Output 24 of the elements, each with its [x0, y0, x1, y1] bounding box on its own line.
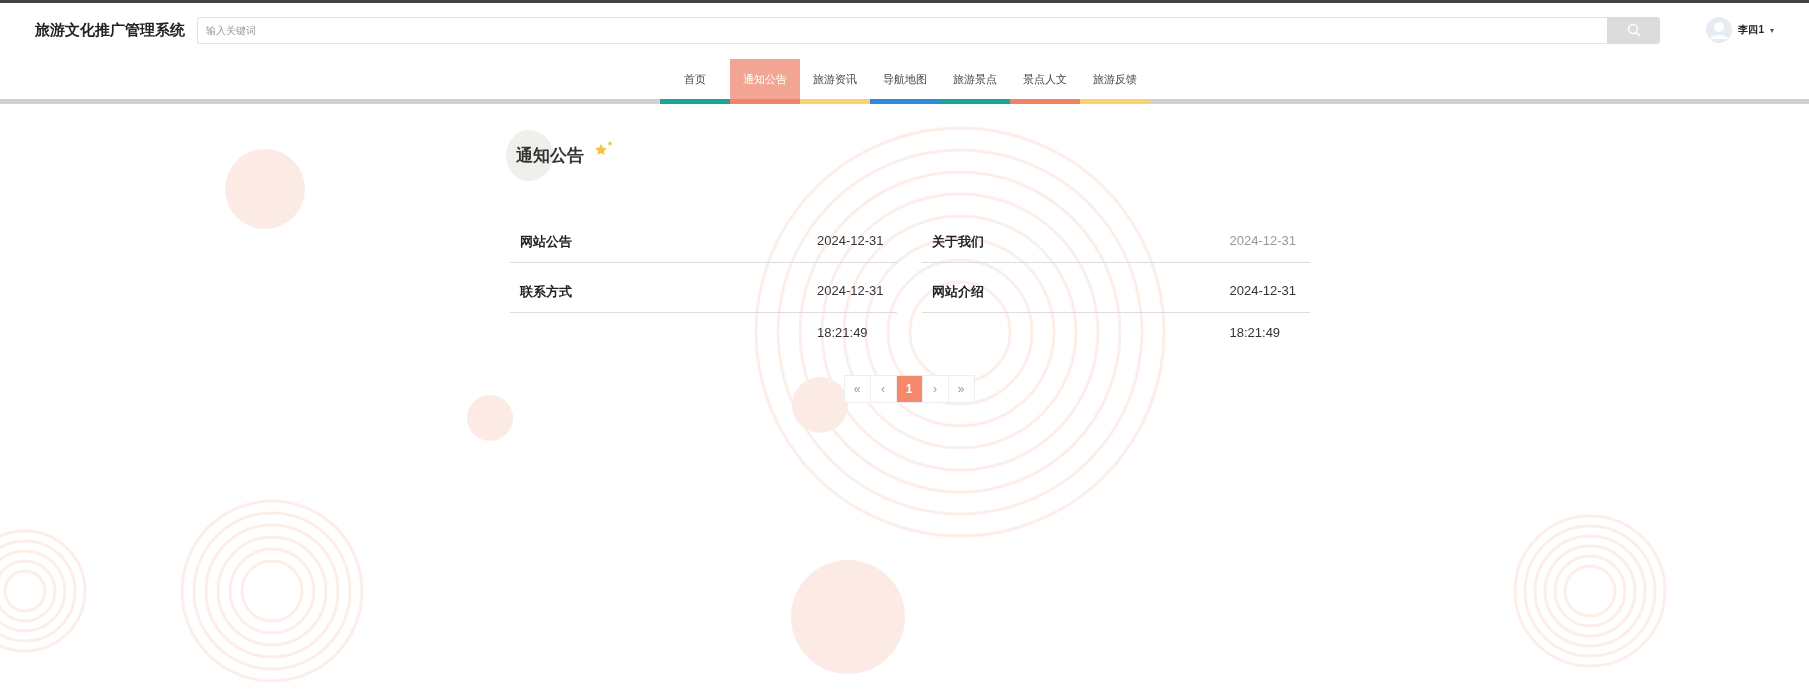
- user-name[interactable]: 李四1: [1738, 23, 1764, 37]
- search-icon: [1626, 23, 1641, 37]
- notice-time: 18:21:49: [1229, 325, 1282, 340]
- notice-time: 18:21:49: [817, 325, 869, 340]
- nav-tab[interactable]: 旅游反馈: [1079, 59, 1150, 99]
- site-title: 旅游文化推广管理系统: [35, 20, 185, 40]
- notice-date: 2024-12-31: [1229, 233, 1297, 248]
- notice-date: 2024-12-31: [817, 283, 885, 298]
- nav-tab[interactable]: 首页: [659, 59, 730, 99]
- nav-tab[interactable]: 旅游景点: [939, 59, 1010, 99]
- caret-icon[interactable]: ▾: [1770, 25, 1774, 35]
- nav-tab[interactable]: 导航地图: [869, 59, 940, 99]
- notice-title-link[interactable]: 网站公告: [519, 233, 572, 251]
- notice-date: 2024-12-31: [1229, 283, 1297, 298]
- notice-date: 2024-12-31: [817, 233, 885, 248]
- search-field[interactable]: 输入关键词: [197, 16, 1608, 44]
- notice-title-link[interactable]: 联系方式: [519, 283, 572, 301]
- avatar-icon[interactable]: [1706, 17, 1733, 43]
- nav-tab[interactable]: 景点人文: [1009, 59, 1080, 99]
- nav-tab[interactable]: 旅游资讯: [799, 59, 870, 99]
- stars-icon: [593, 140, 614, 158]
- notice-title-link[interactable]: 关于我们: [932, 233, 984, 251]
- notice-title-link[interactable]: 网站介绍: [932, 283, 984, 301]
- search-button[interactable]: [1607, 16, 1661, 44]
